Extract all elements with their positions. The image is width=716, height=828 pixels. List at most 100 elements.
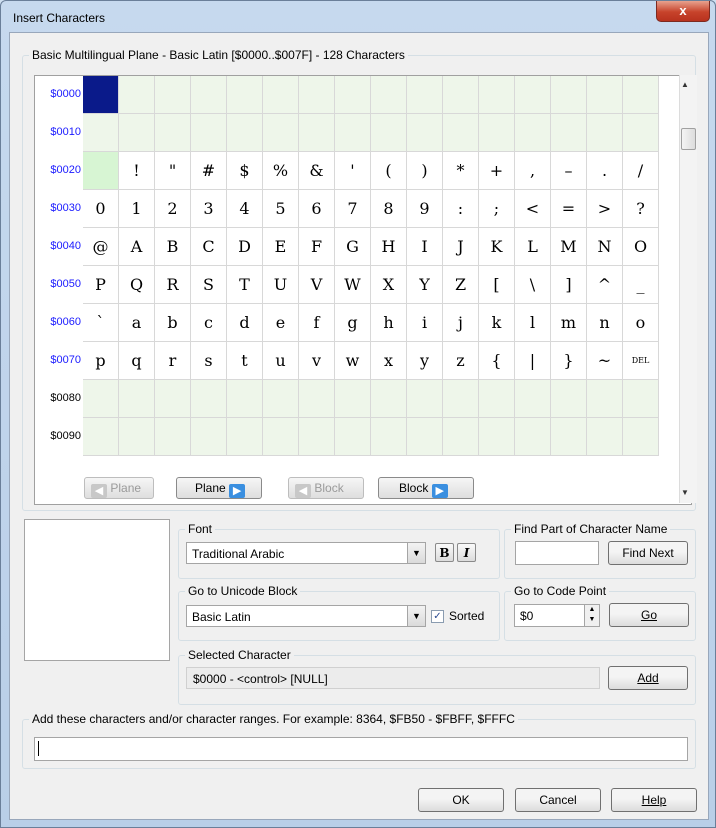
code-point-input[interactable]: $0 ▲ ▼ bbox=[514, 604, 600, 627]
close-button[interactable]: x bbox=[656, 1, 710, 22]
character-cell[interactable] bbox=[443, 418, 479, 456]
character-cell[interactable] bbox=[155, 380, 191, 418]
character-cell[interactable]: L bbox=[515, 228, 551, 266]
character-cell[interactable]: \ bbox=[515, 266, 551, 304]
cancel-button[interactable]: Cancel bbox=[515, 788, 601, 812]
character-cell[interactable]: ^ bbox=[587, 266, 623, 304]
character-cell[interactable]: R bbox=[155, 266, 191, 304]
character-cell[interactable] bbox=[587, 76, 623, 114]
character-cell[interactable] bbox=[191, 114, 227, 152]
bold-button[interactable]: B bbox=[435, 543, 454, 562]
ok-button[interactable]: OK bbox=[418, 788, 504, 812]
character-cell[interactable] bbox=[623, 418, 659, 456]
character-cell[interactable] bbox=[515, 114, 551, 152]
character-cell[interactable]: D bbox=[227, 228, 263, 266]
find-next-button[interactable]: Find Next bbox=[608, 541, 688, 565]
italic-button[interactable]: I bbox=[457, 543, 476, 562]
character-cell[interactable]: 6 bbox=[299, 190, 335, 228]
character-cell[interactable]: e bbox=[263, 304, 299, 342]
character-cell[interactable]: Q bbox=[119, 266, 155, 304]
character-cell[interactable]: d bbox=[227, 304, 263, 342]
character-cell[interactable] bbox=[155, 418, 191, 456]
character-cell[interactable] bbox=[155, 114, 191, 152]
character-cell[interactable]: O bbox=[623, 228, 659, 266]
character-cell[interactable]: l bbox=[515, 304, 551, 342]
character-cell[interactable]: p bbox=[83, 342, 119, 380]
character-cell[interactable]: P bbox=[83, 266, 119, 304]
character-cell[interactable] bbox=[119, 380, 155, 418]
character-cell[interactable]: N bbox=[587, 228, 623, 266]
character-cell[interactable]: v bbox=[299, 342, 335, 380]
character-cell[interactable] bbox=[227, 114, 263, 152]
character-cell[interactable]: . bbox=[587, 152, 623, 190]
character-cell[interactable]: h bbox=[371, 304, 407, 342]
character-cell[interactable]: – bbox=[551, 152, 587, 190]
character-cell[interactable] bbox=[191, 418, 227, 456]
character-cell[interactable] bbox=[551, 418, 587, 456]
character-cell[interactable]: ~ bbox=[587, 342, 623, 380]
character-cell[interactable] bbox=[263, 114, 299, 152]
character-cell[interactable]: X bbox=[371, 266, 407, 304]
character-cell[interactable]: ! bbox=[119, 152, 155, 190]
character-cell[interactable]: K bbox=[479, 228, 515, 266]
character-cell[interactable]: J bbox=[443, 228, 479, 266]
character-cell[interactable]: ` bbox=[83, 304, 119, 342]
character-cell[interactable] bbox=[479, 418, 515, 456]
character-cell[interactable]: 2 bbox=[155, 190, 191, 228]
character-cell[interactable]: 4 bbox=[227, 190, 263, 228]
character-cell[interactable]: % bbox=[263, 152, 299, 190]
character-cell[interactable]: ; bbox=[479, 190, 515, 228]
character-cell[interactable]: 5 bbox=[263, 190, 299, 228]
character-cell[interactable] bbox=[227, 76, 263, 114]
character-cell[interactable] bbox=[299, 380, 335, 418]
character-cell[interactable]: j bbox=[443, 304, 479, 342]
character-cell[interactable]: + bbox=[479, 152, 515, 190]
character-cell[interactable] bbox=[83, 152, 119, 190]
previous-plane-button[interactable]: ◀ Plane bbox=[84, 477, 154, 499]
character-cell[interactable]: ] bbox=[551, 266, 587, 304]
character-cell[interactable] bbox=[227, 380, 263, 418]
character-cell[interactable]: 3 bbox=[191, 190, 227, 228]
character-cell[interactable]: x bbox=[371, 342, 407, 380]
character-cell[interactable]: / bbox=[623, 152, 659, 190]
character-cell[interactable]: F bbox=[299, 228, 335, 266]
character-cell[interactable]: G bbox=[335, 228, 371, 266]
character-cell[interactable]: E bbox=[263, 228, 299, 266]
character-cell[interactable] bbox=[587, 418, 623, 456]
character-cell[interactable] bbox=[83, 380, 119, 418]
character-cell[interactable]: i bbox=[407, 304, 443, 342]
chevron-down-icon[interactable]: ▼ bbox=[407, 543, 425, 563]
character-cell[interactable]: r bbox=[155, 342, 191, 380]
character-cell[interactable] bbox=[299, 418, 335, 456]
character-cell[interactable] bbox=[299, 76, 335, 114]
character-cell[interactable]: W bbox=[335, 266, 371, 304]
character-cell[interactable] bbox=[371, 76, 407, 114]
character-cell[interactable]: q bbox=[119, 342, 155, 380]
character-cell[interactable]: = bbox=[551, 190, 587, 228]
character-cell[interactable] bbox=[371, 418, 407, 456]
character-cell[interactable]: k bbox=[479, 304, 515, 342]
character-cell[interactable] bbox=[191, 380, 227, 418]
character-cell[interactable] bbox=[587, 114, 623, 152]
character-cell[interactable]: V bbox=[299, 266, 335, 304]
character-cell[interactable]: t bbox=[227, 342, 263, 380]
character-cell[interactable]: y bbox=[407, 342, 443, 380]
character-cell[interactable] bbox=[335, 418, 371, 456]
character-cell[interactable]: I bbox=[407, 228, 443, 266]
character-cell[interactable]: M bbox=[551, 228, 587, 266]
character-cell[interactable] bbox=[371, 114, 407, 152]
character-cell[interactable] bbox=[263, 76, 299, 114]
character-cell[interactable] bbox=[119, 418, 155, 456]
character-cell[interactable]: & bbox=[299, 152, 335, 190]
character-cell[interactable]: s bbox=[191, 342, 227, 380]
character-cell[interactable] bbox=[191, 76, 227, 114]
character-cell[interactable] bbox=[407, 76, 443, 114]
character-cell[interactable]: g bbox=[335, 304, 371, 342]
character-cell[interactable] bbox=[587, 380, 623, 418]
add-characters-input[interactable] bbox=[34, 737, 688, 761]
character-cell[interactable]: _ bbox=[623, 266, 659, 304]
code-point-spinner[interactable]: ▲ ▼ bbox=[584, 605, 599, 626]
character-cell[interactable] bbox=[515, 418, 551, 456]
character-cell[interactable]: < bbox=[515, 190, 551, 228]
character-cell[interactable]: H bbox=[371, 228, 407, 266]
